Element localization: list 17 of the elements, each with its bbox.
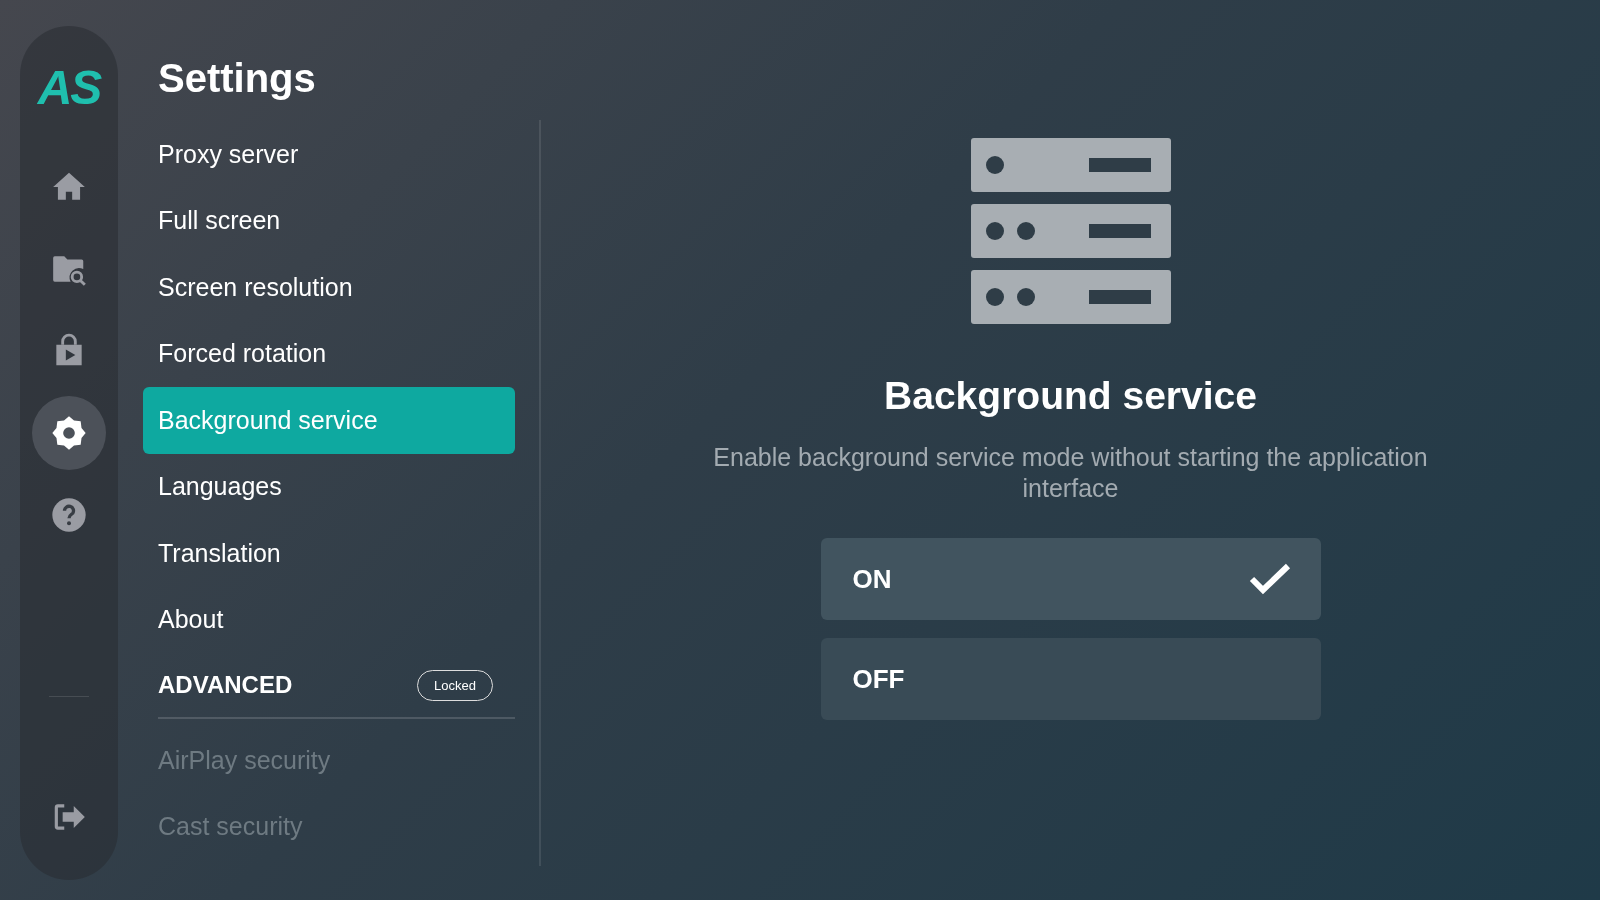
menu-item[interactable]: Translation — [143, 520, 515, 587]
checkmark-icon — [1248, 563, 1291, 595]
detail-description: Enable background service mode without starting the application interface — [712, 442, 1429, 504]
option-button[interactable]: ON — [820, 538, 1321, 620]
menu-item[interactable]: Screen resolution — [143, 254, 515, 321]
page-title: Settings — [158, 56, 317, 101]
menu-item[interactable]: Proxy server — [143, 121, 515, 188]
app-logo: AS — [37, 64, 101, 112]
help-icon — [49, 495, 89, 535]
menu-item[interactable]: Forced rotation — [143, 320, 515, 387]
section-heading: ADVANCED — [158, 671, 293, 699]
option-button[interactable]: OFF — [820, 638, 1321, 720]
detail-heading: Background service — [884, 374, 1257, 418]
server-rack-icon — [970, 138, 1171, 324]
menu-item[interactable]: Languages — [143, 453, 515, 520]
menu-item[interactable]: About — [143, 586, 515, 653]
menu-item[interactable]: Full screen — [143, 187, 515, 254]
